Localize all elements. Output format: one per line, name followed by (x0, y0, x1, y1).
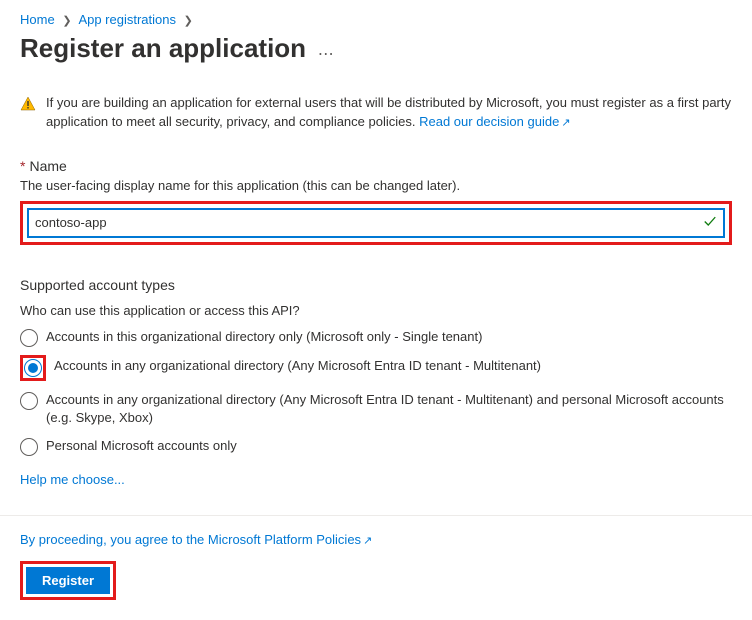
checkmark-icon (703, 214, 717, 231)
radio-label: Accounts in any organizational directory… (46, 391, 732, 427)
warning-text: If you are building an application for e… (46, 95, 731, 129)
account-types-heading: Supported account types (20, 277, 732, 293)
radio-label: Personal Microsoft accounts only (46, 437, 237, 455)
decision-guide-link[interactable]: Read our decision guide↗ (419, 114, 570, 129)
name-input[interactable] (27, 208, 725, 238)
radio-multitenant-highlight (20, 355, 46, 381)
divider (0, 515, 752, 516)
help-me-choose-link[interactable]: Help me choose... (20, 472, 125, 487)
radio-label: Accounts in this organizational director… (46, 328, 482, 346)
register-button-highlight: Register (20, 561, 116, 600)
chevron-right-icon: ❯ (184, 15, 193, 27)
required-asterisk: * (20, 158, 25, 174)
breadcrumb-app-registrations[interactable]: App registrations (78, 12, 176, 27)
name-label: *Name (20, 158, 732, 174)
warning-banner: If you are building an application for e… (20, 94, 732, 132)
name-description: The user-facing display name for this ap… (20, 178, 732, 193)
platform-policies-link[interactable]: By proceeding, you agree to the Microsof… (20, 532, 732, 547)
more-icon[interactable]: ⋯ (318, 46, 334, 63)
radio-multitenant-personal[interactable] (20, 392, 38, 410)
account-types-radiogroup: Accounts in this organizational director… (20, 328, 732, 456)
radio-label: Accounts in any organizational directory… (54, 357, 541, 375)
radio-personal-only[interactable] (20, 438, 38, 456)
name-input-highlight (20, 201, 732, 245)
external-link-icon: ↗ (561, 117, 570, 129)
breadcrumb: Home ❯ App registrations ❯ (20, 12, 732, 27)
account-types-question: Who can use this application or access t… (20, 303, 732, 318)
external-link-icon: ↗ (363, 535, 372, 547)
chevron-right-icon: ❯ (62, 15, 71, 27)
warning-icon (20, 94, 36, 132)
radio-multitenant[interactable] (24, 359, 42, 377)
register-button[interactable]: Register (26, 567, 110, 594)
radio-single-tenant[interactable] (20, 329, 38, 347)
breadcrumb-home[interactable]: Home (20, 12, 55, 27)
page-title: Register an application (20, 33, 306, 64)
